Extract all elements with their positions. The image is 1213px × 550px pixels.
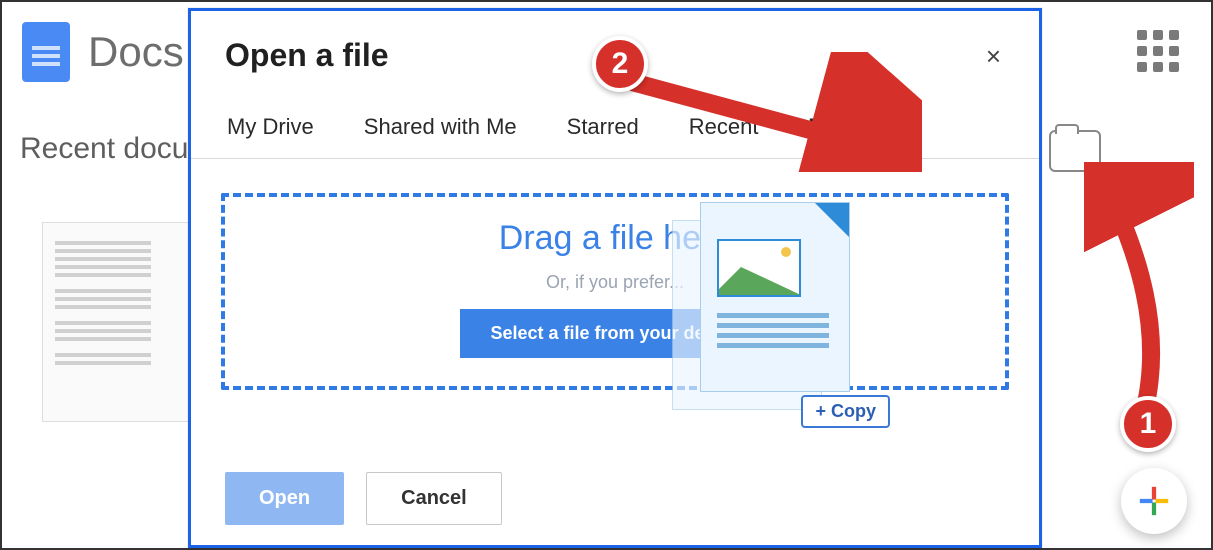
- select-file-button[interactable]: Select a file from your device: [460, 309, 769, 358]
- annotation-step-1: 1: [1120, 396, 1176, 452]
- docs-logo-icon: [22, 22, 70, 82]
- upload-dropzone[interactable]: Drag a file here Or, if you prefer... Se…: [221, 193, 1009, 390]
- tab-shared-with-me[interactable]: Shared with Me: [362, 108, 519, 158]
- new-document-button[interactable]: [1121, 468, 1187, 534]
- apps-launcher-icon[interactable]: [1137, 30, 1179, 72]
- dropzone-subtitle: Or, if you prefer...: [235, 272, 995, 293]
- tab-upload[interactable]: Upload: [807, 108, 886, 158]
- open-file-picker-button[interactable]: [1049, 130, 1101, 172]
- tab-my-drive[interactable]: My Drive: [225, 108, 316, 158]
- annotation-step-2: 2: [592, 36, 648, 92]
- open-button[interactable]: Open: [225, 472, 344, 525]
- app-name: Docs: [88, 28, 184, 76]
- tab-recent[interactable]: Recent: [687, 108, 761, 158]
- close-button[interactable]: ×: [978, 37, 1009, 76]
- annotation-arrow-1: [1084, 162, 1194, 422]
- tab-starred[interactable]: Starred: [565, 108, 641, 158]
- picker-tabs: My Drive Shared with Me Starred Recent U…: [191, 82, 1039, 159]
- dropzone-title: Drag a file here: [235, 219, 995, 258]
- cancel-button[interactable]: Cancel: [366, 472, 502, 525]
- document-thumbnail[interactable]: [42, 222, 192, 422]
- plus-multicolor-icon: [1137, 484, 1171, 518]
